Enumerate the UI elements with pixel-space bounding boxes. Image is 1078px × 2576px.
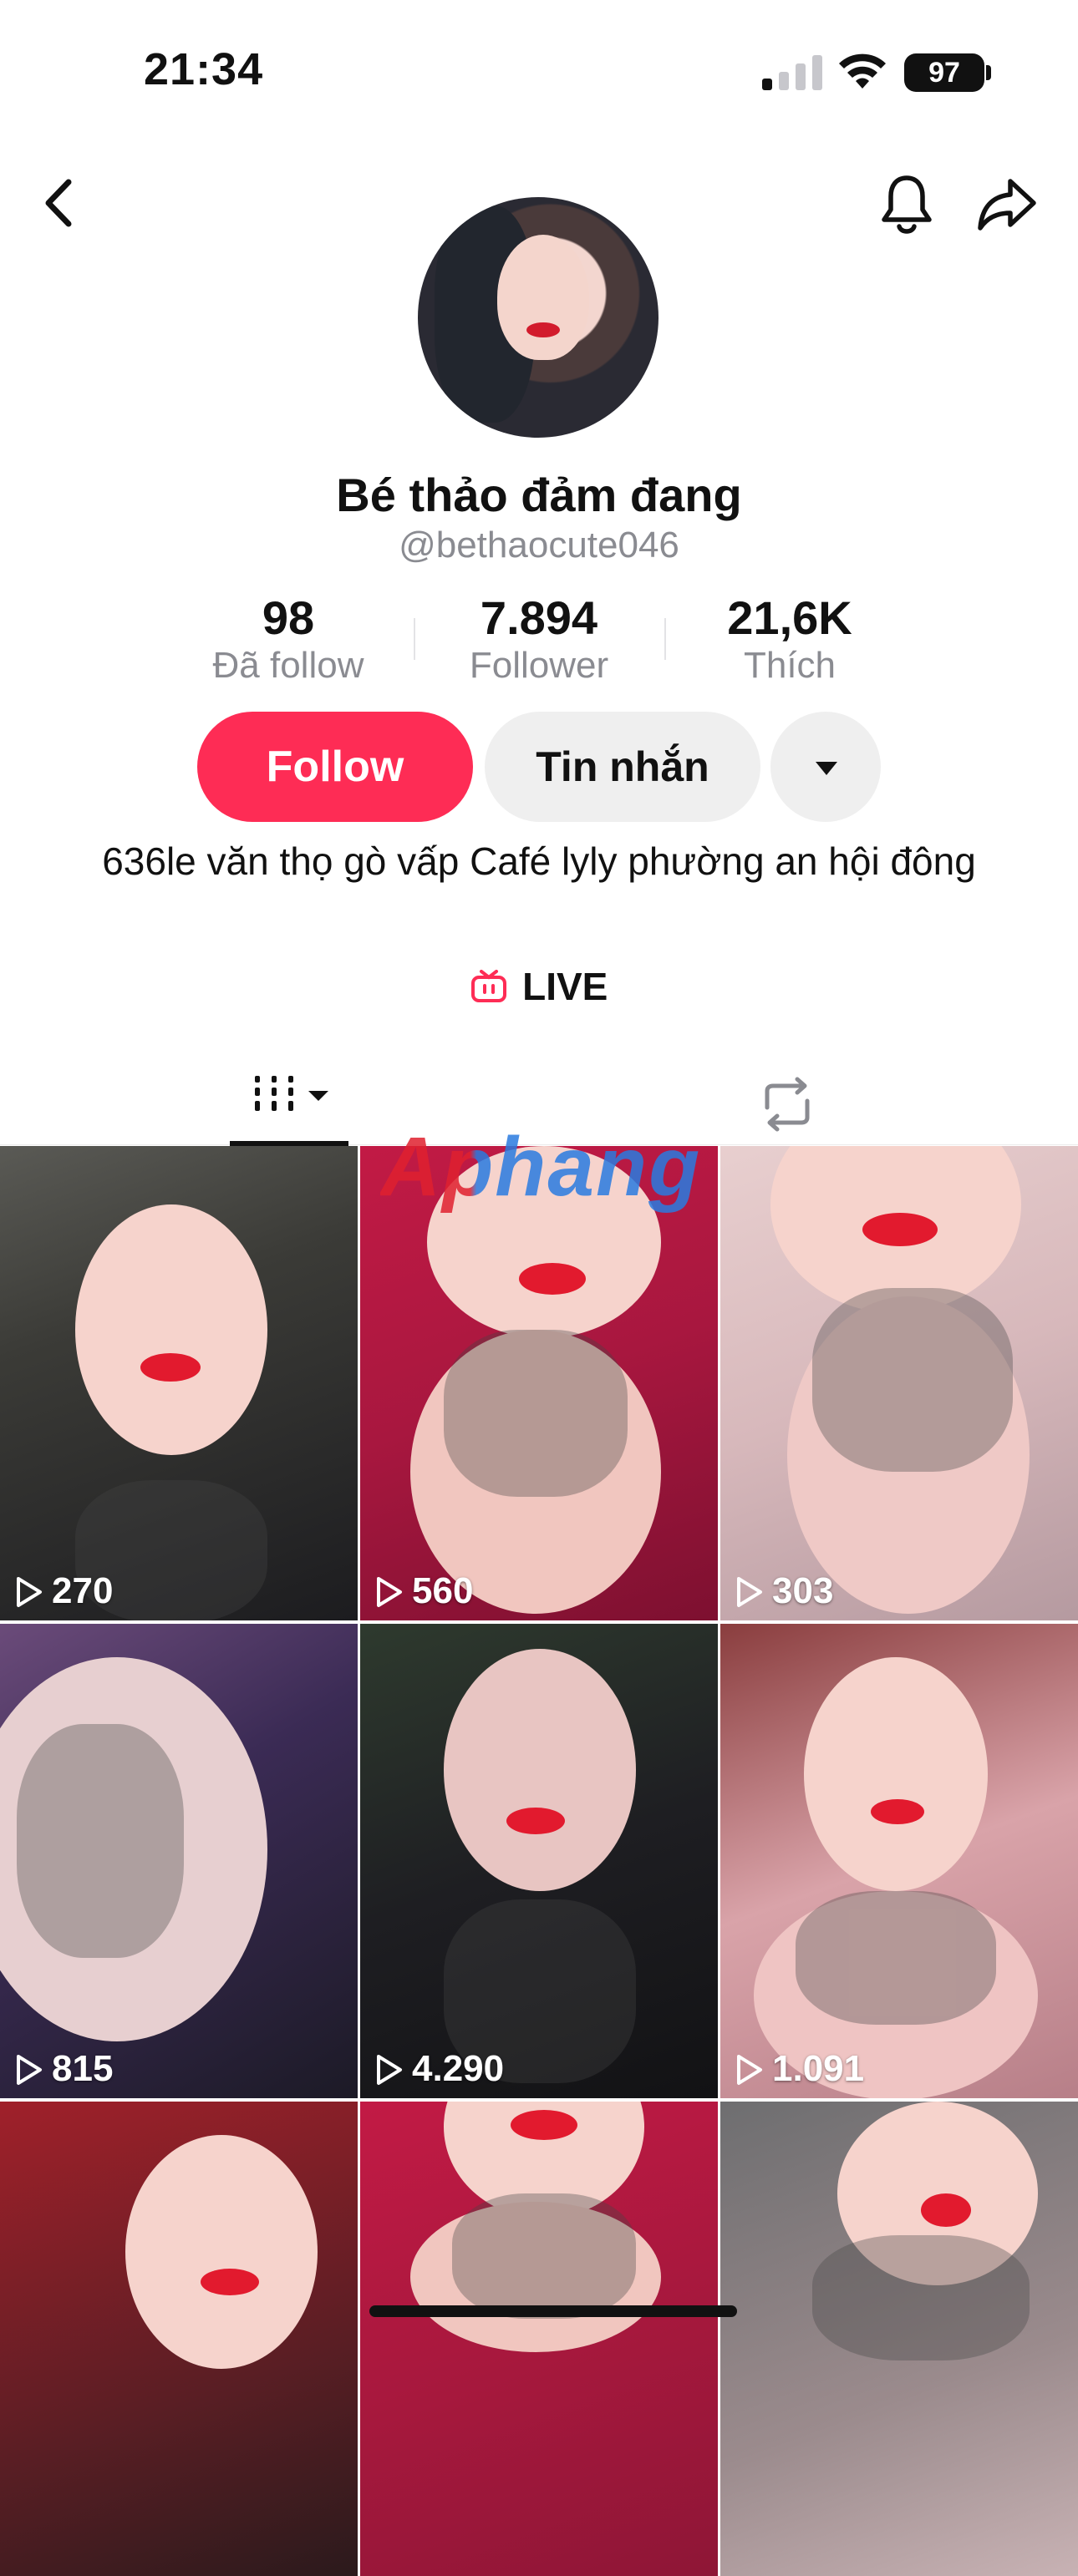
play-icon — [737, 1577, 762, 1607]
video-thumbnail[interactable]: 303 — [720, 1146, 1078, 1620]
view-count: 303 — [735, 1570, 833, 1612]
battery-indicator: 97 — [904, 53, 984, 92]
home-indicator — [369, 2305, 737, 2317]
cellular-signal-icon — [762, 55, 822, 90]
video-thumbnail[interactable] — [720, 2102, 1078, 2576]
video-grid: 270 560 303 815 4.290 1.091 — [0, 1146, 1078, 2576]
share-arrow-icon[interactable] — [974, 171, 1040, 238]
view-count: 270 — [15, 1570, 113, 1612]
play-icon — [17, 1577, 42, 1607]
back-arrow-icon[interactable] — [33, 174, 84, 232]
play-icon — [737, 2055, 762, 2085]
profile-bio: 636le văn thọ gò vấp Café lyly phường an… — [102, 839, 976, 883]
video-thumbnail[interactable]: 815 — [0, 1624, 358, 2098]
live-row: LIVE — [0, 964, 1078, 1022]
wifi-icon — [839, 53, 886, 89]
status-bar: 21:34 97 — [0, 0, 1078, 142]
play-icon — [377, 1577, 402, 1607]
bell-icon[interactable] — [877, 171, 936, 238]
view-count: 560 — [375, 1570, 473, 1612]
stat-label: Follower — [469, 645, 609, 686]
live-tv-icon — [470, 970, 506, 1002]
tab-videos[interactable] — [230, 1061, 348, 1146]
stat-likes[interactable]: 21,6K Thích — [664, 591, 915, 687]
video-thumbnail[interactable]: 1.091 — [720, 1624, 1078, 2098]
view-count: 4.290 — [375, 2048, 504, 2090]
stat-label: Đã follow — [212, 645, 364, 686]
profile-display-name: Bé thảo đảm đang — [336, 469, 742, 521]
content-tabs — [0, 1061, 1078, 1146]
repost-icon[interactable] — [752, 1069, 822, 1139]
message-button[interactable]: Tin nhắn — [485, 712, 760, 822]
play-icon — [17, 2055, 42, 2085]
battery-tip — [986, 65, 991, 80]
more-options-button[interactable] — [770, 712, 881, 822]
avatar[interactable] — [418, 197, 658, 438]
play-icon — [377, 2055, 402, 2085]
view-count: 815 — [15, 2048, 113, 2090]
video-grid-icon — [255, 1076, 328, 1111]
live-label: LIVE — [522, 965, 608, 1008]
stat-value: 21,6K — [727, 591, 852, 644]
status-time: 21:34 — [144, 44, 264, 94]
profile-username: @bethaocute046 — [399, 525, 679, 565]
avatar-lips — [526, 322, 560, 337]
video-thumbnail[interactable]: 560 — [360, 1146, 718, 1620]
video-thumbnail[interactable] — [0, 2102, 358, 2576]
stat-following[interactable]: 98 Đã follow — [163, 591, 414, 687]
stat-label: Thích — [743, 645, 836, 686]
view-count: 1.091 — [735, 2048, 864, 2090]
profile-stats: 98 Đã follow 7.894 Follower 21,6K Thích — [0, 591, 1078, 692]
video-thumbnail[interactable] — [360, 2102, 718, 2576]
avatar-face — [497, 235, 589, 360]
follow-button[interactable]: Follow — [197, 712, 473, 822]
caret-down-icon — [816, 762, 837, 775]
stat-value: 98 — [262, 591, 315, 644]
stat-value: 7.894 — [480, 591, 598, 644]
video-thumbnail[interactable]: 4.290 — [360, 1624, 718, 2098]
video-thumbnail[interactable]: 270 — [0, 1146, 358, 1620]
stat-followers[interactable]: 7.894 Follower — [414, 591, 664, 687]
live-link[interactable]: LIVE — [470, 964, 608, 1009]
